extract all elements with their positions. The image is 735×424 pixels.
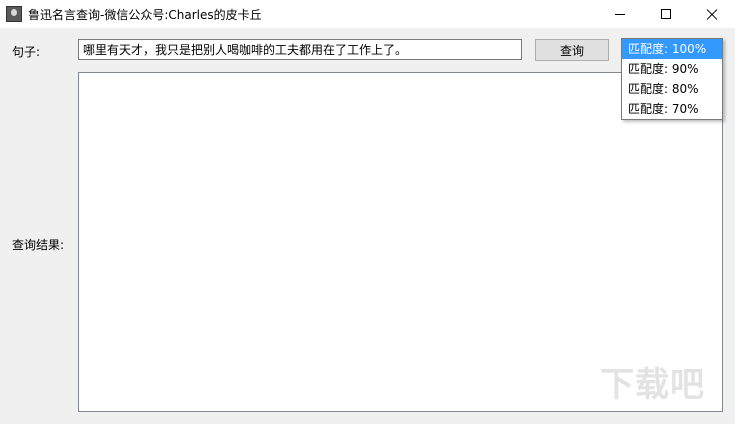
app-portrait-icon bbox=[6, 6, 22, 22]
match-dropdown-list[interactable]: 匹配度: 100% 匹配度: 90% 匹配度: 80% 匹配度: 70% bbox=[621, 38, 723, 120]
watermark: 下载吧 bbox=[600, 365, 705, 405]
minimize-button[interactable] bbox=[597, 0, 643, 28]
sentence-input[interactable] bbox=[78, 39, 522, 60]
match-option-70[interactable]: 匹配度: 70% bbox=[622, 99, 722, 119]
match-option-100[interactable]: 匹配度: 100% bbox=[622, 39, 722, 59]
match-option-90[interactable]: 匹配度: 90% bbox=[622, 59, 722, 79]
maximize-button[interactable] bbox=[643, 0, 689, 28]
match-option-80[interactable]: 匹配度: 80% bbox=[622, 79, 722, 99]
window-title: 鲁迅名言查询-微信公众号:Charles的皮卡丘 bbox=[28, 8, 262, 22]
sentence-label: 句子: bbox=[12, 45, 41, 59]
minimize-icon bbox=[615, 13, 625, 15]
close-icon bbox=[706, 8, 718, 20]
close-button[interactable] bbox=[689, 0, 735, 28]
maximize-icon bbox=[661, 9, 671, 19]
result-label: 查询结果: bbox=[12, 238, 65, 252]
query-button[interactable]: 查询 bbox=[535, 39, 609, 61]
title-bar: 鲁迅名言查询-微信公众号:Charles的皮卡丘 bbox=[0, 0, 735, 28]
